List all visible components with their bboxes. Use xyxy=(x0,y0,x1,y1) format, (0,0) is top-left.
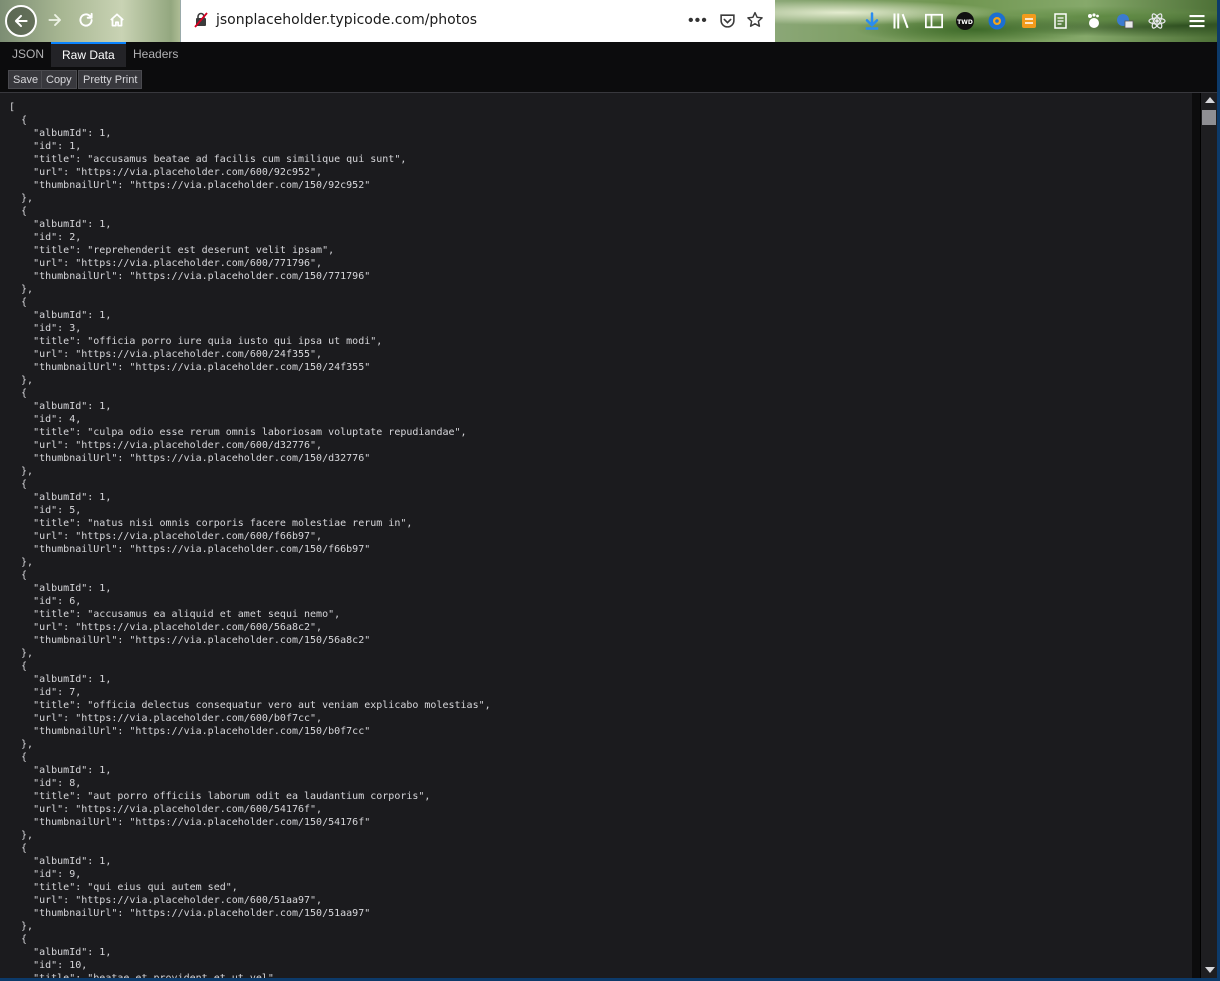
extension-orange-icon[interactable] xyxy=(1019,11,1039,31)
tab-headers[interactable]: Headers xyxy=(122,42,189,67)
copy-button[interactable]: Copy xyxy=(41,70,77,89)
tab-raw-data[interactable]: Raw Data xyxy=(51,42,126,67)
library-icon[interactable] xyxy=(892,11,912,31)
json-viewer-tabbar: JSON Raw Data Headers xyxy=(0,42,1220,68)
home-icon xyxy=(110,13,124,27)
raw-json-text[interactable]: [ { "albumId": 1, "id": 1, "title": "acc… xyxy=(0,93,1200,981)
home-button[interactable] xyxy=(102,5,132,35)
insecure-connection-icon[interactable] xyxy=(193,12,209,28)
reload-icon xyxy=(79,12,93,27)
extension-globe-icon[interactable] xyxy=(987,11,1007,31)
downloads-icon[interactable] xyxy=(862,11,882,31)
page-actions-more-icon[interactable]: ••• xyxy=(688,12,708,30)
save-button[interactable]: Save xyxy=(8,70,44,89)
reload-button[interactable] xyxy=(71,5,101,35)
scroll-down-arrow-icon[interactable] xyxy=(1205,967,1215,973)
bookmark-star-icon[interactable] xyxy=(746,11,764,29)
hamburger-menu-icon[interactable] xyxy=(1187,11,1207,31)
sidebar-icon[interactable] xyxy=(924,11,944,31)
arrow-right-icon xyxy=(48,14,61,26)
scroll-up-arrow-icon[interactable] xyxy=(1205,97,1215,103)
scrollbar-thumb[interactable] xyxy=(1202,110,1216,125)
tab-json[interactable]: JSON xyxy=(1,42,55,67)
forward-button[interactable] xyxy=(40,5,70,35)
react-devtools-icon[interactable] xyxy=(1147,11,1167,31)
svg-text:TWD: TWD xyxy=(957,19,973,26)
twd-extension-icon[interactable]: TWD xyxy=(955,11,975,31)
raw-data-toolbar: Save Copy Pretty Print xyxy=(0,67,1220,93)
back-button[interactable] xyxy=(5,5,37,37)
web-developer-extension-icon[interactable] xyxy=(1115,11,1135,31)
arrow-left-icon xyxy=(14,14,28,28)
pretty-print-button[interactable]: Pretty Print xyxy=(78,70,143,89)
address-bar[interactable]: jsonplaceholder.typicode.com/photos ••• xyxy=(180,0,775,42)
pocket-icon[interactable] xyxy=(719,12,736,29)
vertical-scrollbar[interactable] xyxy=(1200,93,1218,981)
raw-data-panel: [ { "albumId": 1, "id": 1, "title": "acc… xyxy=(0,93,1200,981)
panel-edge xyxy=(1192,93,1200,981)
notes-extension-icon[interactable] xyxy=(1051,11,1071,31)
url-text[interactable]: jsonplaceholder.typicode.com/photos xyxy=(216,12,477,28)
browser-toolbar: jsonplaceholder.typicode.com/photos ••• … xyxy=(0,0,1220,42)
gnome-extension-icon[interactable] xyxy=(1083,11,1103,31)
